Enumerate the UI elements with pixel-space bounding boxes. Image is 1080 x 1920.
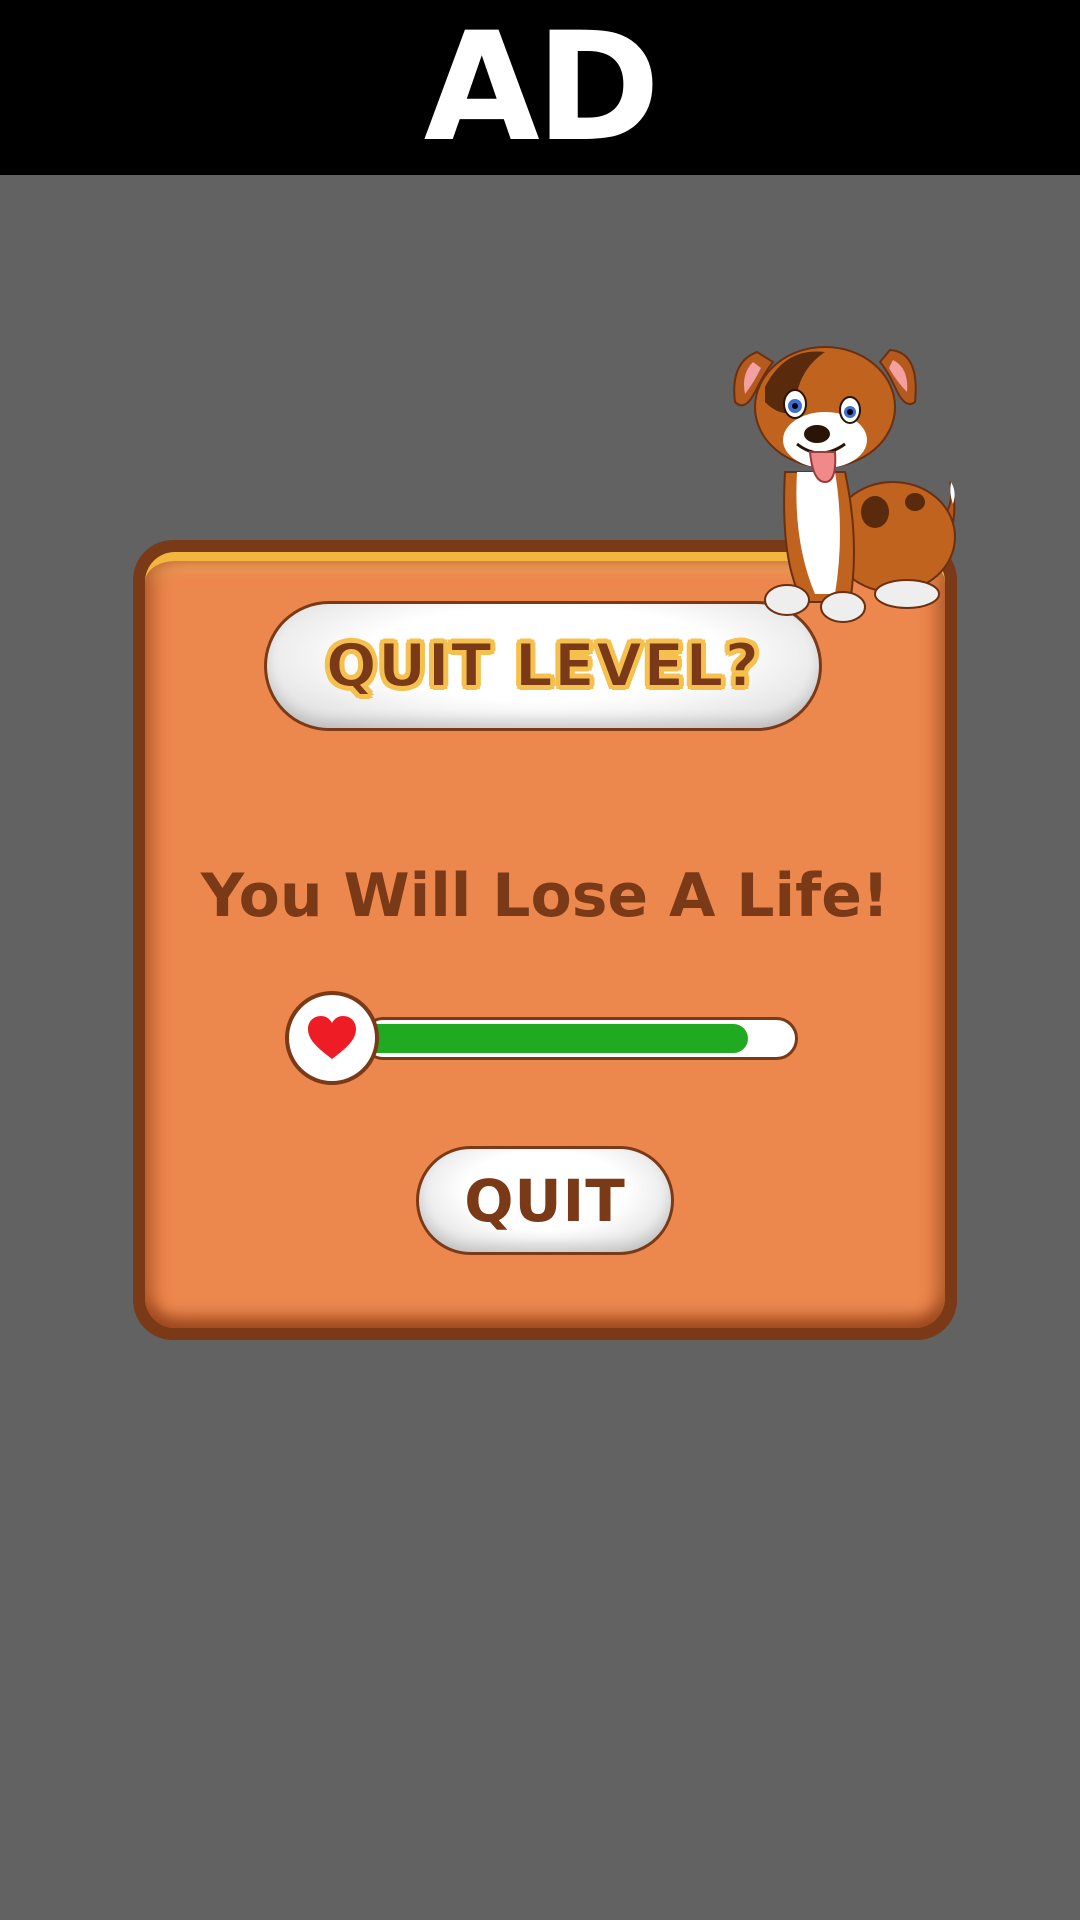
heart-badge (285, 991, 379, 1085)
lose-life-warning: You Will Lose A Life! (200, 861, 890, 931)
dialog-title: QUIT LEVEL? (325, 630, 761, 702)
quit-button-label: QUIT (464, 1166, 626, 1235)
life-progress-bar (362, 1017, 798, 1060)
life-progress-fill (365, 1024, 749, 1053)
puppy-mascot-image (733, 346, 956, 623)
ad-banner[interactable]: AD (0, 0, 1080, 175)
heart-icon (308, 1016, 356, 1059)
quit-button[interactable]: QUIT (416, 1146, 674, 1255)
ad-label: AD (423, 0, 661, 175)
